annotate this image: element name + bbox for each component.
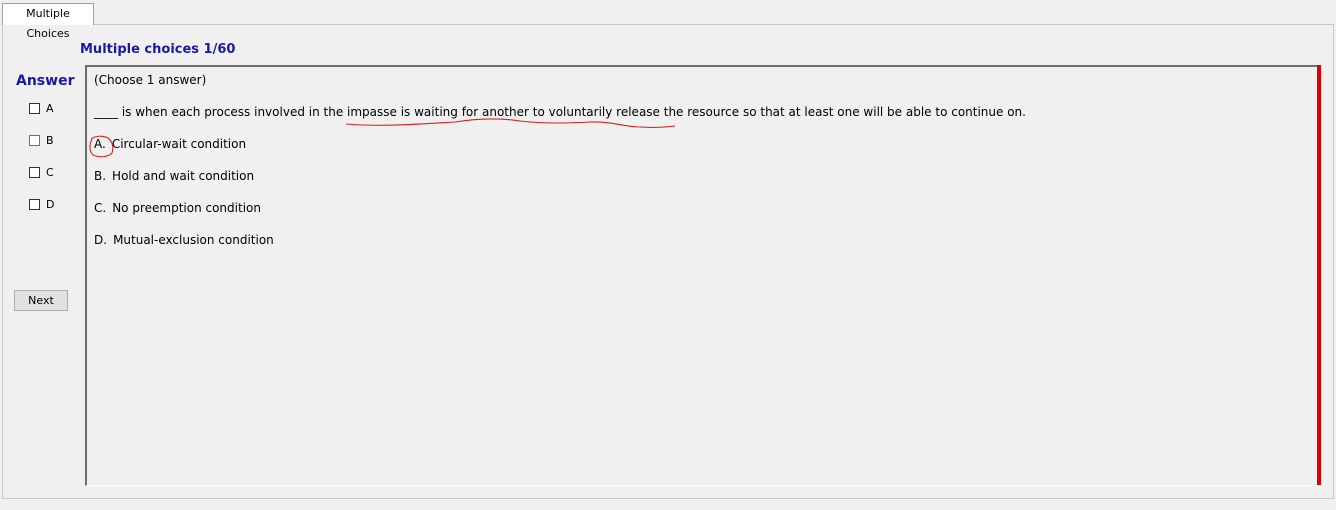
answer-option-b[interactable]: B [29,133,54,147]
answer-checkbox-b[interactable] [29,134,40,146]
choice-letter: C. [94,201,107,215]
answer-option-label: C [46,165,54,179]
answer-option-label: A [46,101,54,115]
answer-option-c[interactable]: C [29,165,54,179]
question-instruction: (Choose 1 answer) [94,73,207,87]
choice-text: No preemption condition [112,201,261,215]
choice-text: Mutual-exclusion condition [113,233,274,247]
choice-text: Circular-wait condition [111,137,247,151]
choice-letter: B. [94,169,107,183]
choice-letter: A. [94,137,106,151]
answer-checkbox-d[interactable] [29,198,40,210]
answer-option-label: B [46,133,54,147]
answer-checkbox-c[interactable] [29,166,40,178]
question-text: ____ is when each process involved in th… [94,105,1026,119]
choice-b: B. Hold and wait condition [94,169,254,183]
choice-letter: D. [94,233,108,247]
answer-option-a[interactable]: A [29,101,54,115]
status-marker-bar [1317,65,1321,485]
tab-multiple-choices[interactable]: Multiple Choices [2,3,94,40]
progress-title: Multiple choices 1/60 [80,42,236,57]
app-window: Multiple Choices Multiple choices 1/60 A… [0,0,1336,510]
next-button[interactable]: Next [14,290,68,311]
question-box [85,65,1321,486]
answer-option-d[interactable]: D [29,197,54,211]
answer-option-label: D [46,197,55,211]
choice-d: D. Mutual-exclusion condition [94,233,274,247]
choice-text: Hold and wait condition [112,169,255,183]
answer-checkbox-a[interactable] [29,102,40,114]
choice-a: A. Circular-wait condition [94,137,246,151]
choice-c: C. No preemption condition [94,201,261,215]
answer-heading: Answer [16,73,75,89]
